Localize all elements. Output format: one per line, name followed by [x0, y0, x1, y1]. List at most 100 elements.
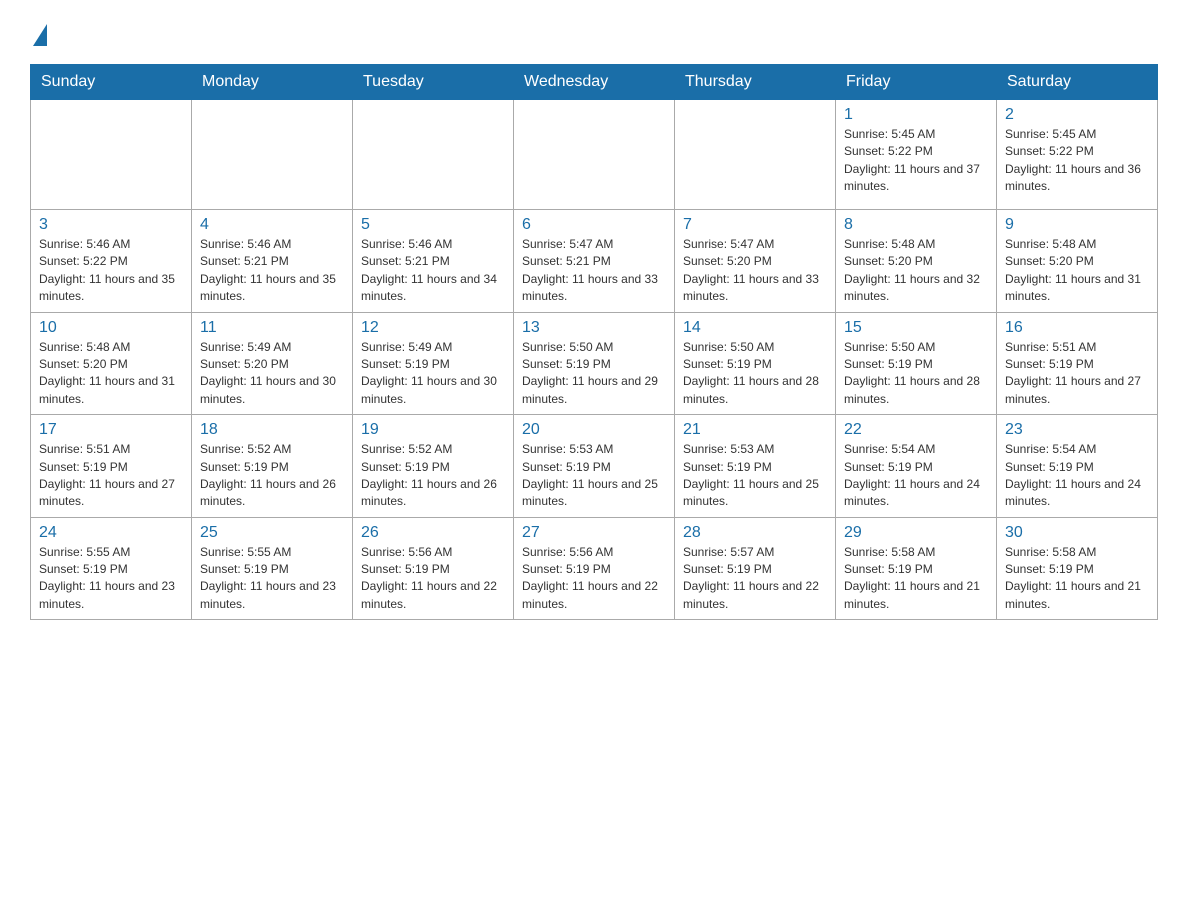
col-friday: Friday [836, 65, 997, 100]
day-number: 24 [39, 524, 183, 542]
day-info: Sunrise: 5:46 AM Sunset: 5:21 PM Dayligh… [361, 236, 505, 306]
col-sunday: Sunday [31, 65, 192, 100]
table-row: 30Sunrise: 5:58 AM Sunset: 5:19 PM Dayli… [997, 517, 1158, 620]
day-info: Sunrise: 5:50 AM Sunset: 5:19 PM Dayligh… [844, 339, 988, 409]
table-row: 25 Sunrise: 5:55 AM Sunset: 5:19 PM Dayli… [192, 517, 353, 620]
table-row [675, 100, 836, 210]
day-number: 30 [1005, 524, 1149, 542]
day-number: 22 [844, 421, 988, 439]
day-info: Sunrise: 5:51 AM Sunset: 5:19 PM Dayligh… [1005, 339, 1149, 409]
table-row: 15 Sunrise: 5:50 AM Sunset: 5:19 PM Dayli… [836, 312, 997, 415]
day-info: Sunrise: 5:48 AM Sunset: 5:20 PM Dayligh… [844, 236, 988, 306]
table-row: 12 Sunrise: 5:49 AM Sunset: 5:19 PM Dayli… [353, 312, 514, 415]
col-saturday: Saturday [997, 65, 1158, 100]
day-info: Sunrise: 5:52 AM Sunset: 5:19 PM Dayligh… [200, 441, 344, 511]
day-number: 1 [844, 106, 988, 124]
calendar-row: 24 Sunrise: 5:55 AM Sunset: 5:19 PM Dayli… [31, 517, 1158, 620]
day-info: Sunrise: 5:51 AM Sunset: 5:19 PM Dayligh… [39, 441, 183, 511]
day-number: 16 [1005, 319, 1149, 337]
table-row: 29 Sunrise: 5:58 AM Sunset: 5:19 PM Dayli… [836, 517, 997, 620]
day-number: 13 [522, 319, 666, 337]
table-row: 3 Sunrise: 5:46 AM Sunset: 5:22 PM Daylig… [31, 210, 192, 313]
day-number: 15 [844, 319, 988, 337]
day-number: 12 [361, 319, 505, 337]
day-number: 28 [683, 524, 827, 542]
table-row: 14 Sunrise: 5:50 AM Sunset: 5:19 PM Dayli… [675, 312, 836, 415]
day-info: Sunrise: 5:49 AM Sunset: 5:20 PM Dayligh… [200, 339, 344, 409]
day-number: 18 [200, 421, 344, 439]
day-info: Sunrise: 5:47 AM Sunset: 5:21 PM Dayligh… [522, 236, 666, 306]
day-info: Sunrise: 5:46 AM Sunset: 5:22 PM Dayligh… [39, 236, 183, 306]
table-row: 20Sunrise: 5:53 AM Sunset: 5:19 PM Dayli… [514, 415, 675, 518]
table-row: 9 Sunrise: 5:48 AM Sunset: 5:20 PM Daylig… [997, 210, 1158, 313]
day-number: 25 [200, 524, 344, 542]
day-number: 9 [1005, 216, 1149, 234]
col-tuesday: Tuesday [353, 65, 514, 100]
day-info: Sunrise: 5:50 AM Sunset: 5:19 PM Dayligh… [522, 339, 666, 409]
day-info: Sunrise: 5:52 AM Sunset: 5:19 PM Dayligh… [361, 441, 505, 511]
day-number: 23 [1005, 421, 1149, 439]
day-info: Sunrise: 5:53 AM Sunset: 5:19 PM Dayligh… [683, 441, 827, 511]
day-number: 27 [522, 524, 666, 542]
table-row: 11 Sunrise: 5:49 AM Sunset: 5:20 PM Dayli… [192, 312, 353, 415]
day-number: 26 [361, 524, 505, 542]
day-number: 10 [39, 319, 183, 337]
day-number: 14 [683, 319, 827, 337]
day-number: 21 [683, 421, 827, 439]
table-row: 7Sunrise: 5:47 AM Sunset: 5:20 PM Daylig… [675, 210, 836, 313]
table-row [31, 100, 192, 210]
day-info: Sunrise: 5:54 AM Sunset: 5:19 PM Dayligh… [1005, 441, 1149, 511]
table-row: 26 Sunrise: 5:56 AM Sunset: 5:19 PM Dayli… [353, 517, 514, 620]
day-info: Sunrise: 5:48 AM Sunset: 5:20 PM Dayligh… [1005, 236, 1149, 306]
table-row: 18 Sunrise: 5:52 AM Sunset: 5:19 PM Dayli… [192, 415, 353, 518]
calendar-row: 1 Sunrise: 5:45 AM Sunset: 5:22 PM Daylig… [31, 100, 1158, 210]
day-number: 3 [39, 216, 183, 234]
day-number: 29 [844, 524, 988, 542]
table-row: 1 Sunrise: 5:45 AM Sunset: 5:22 PM Daylig… [836, 100, 997, 210]
table-row: 27 Sunrise: 5:56 AM Sunset: 5:19 PM Dayli… [514, 517, 675, 620]
table-row: 21 Sunrise: 5:53 AM Sunset: 5:19 PM Dayli… [675, 415, 836, 518]
table-row: 24 Sunrise: 5:55 AM Sunset: 5:19 PM Dayli… [31, 517, 192, 620]
day-info: Sunrise: 5:49 AM Sunset: 5:19 PM Dayligh… [361, 339, 505, 409]
day-number: 5 [361, 216, 505, 234]
table-row: 5 Sunrise: 5:46 AM Sunset: 5:21 PM Daylig… [353, 210, 514, 313]
day-number: 11 [200, 319, 344, 337]
day-number: 8 [844, 216, 988, 234]
table-row: 2Sunrise: 5:45 AM Sunset: 5:22 PM Daylig… [997, 100, 1158, 210]
logo-triangle-icon [33, 24, 47, 46]
col-wednesday: Wednesday [514, 65, 675, 100]
table-row: 6Sunrise: 5:47 AM Sunset: 5:21 PM Daylig… [514, 210, 675, 313]
day-info: Sunrise: 5:45 AM Sunset: 5:22 PM Dayligh… [844, 126, 988, 196]
day-info: Sunrise: 5:50 AM Sunset: 5:19 PM Dayligh… [683, 339, 827, 409]
day-info: Sunrise: 5:58 AM Sunset: 5:19 PM Dayligh… [844, 544, 988, 614]
table-row [514, 100, 675, 210]
table-row: 10 Sunrise: 5:48 AM Sunset: 5:20 PM Dayli… [31, 312, 192, 415]
page-header [30, 20, 1158, 44]
table-row: 19Sunrise: 5:52 AM Sunset: 5:19 PM Dayli… [353, 415, 514, 518]
day-info: Sunrise: 5:48 AM Sunset: 5:20 PM Dayligh… [39, 339, 183, 409]
day-info: Sunrise: 5:55 AM Sunset: 5:19 PM Dayligh… [200, 544, 344, 614]
calendar-row: 10 Sunrise: 5:48 AM Sunset: 5:20 PM Dayli… [31, 312, 1158, 415]
table-row: 16 Sunrise: 5:51 AM Sunset: 5:19 PM Dayli… [997, 312, 1158, 415]
calendar-row: 17 Sunrise: 5:51 AM Sunset: 5:19 PM Dayli… [31, 415, 1158, 518]
day-info: Sunrise: 5:56 AM Sunset: 5:19 PM Dayligh… [361, 544, 505, 614]
day-info: Sunrise: 5:46 AM Sunset: 5:21 PM Dayligh… [200, 236, 344, 306]
day-number: 4 [200, 216, 344, 234]
day-number: 17 [39, 421, 183, 439]
table-row [192, 100, 353, 210]
day-info: Sunrise: 5:45 AM Sunset: 5:22 PM Dayligh… [1005, 126, 1149, 196]
table-row: 8 Sunrise: 5:48 AM Sunset: 5:20 PM Daylig… [836, 210, 997, 313]
day-info: Sunrise: 5:56 AM Sunset: 5:19 PM Dayligh… [522, 544, 666, 614]
table-row: 22Sunrise: 5:54 AM Sunset: 5:19 PM Dayli… [836, 415, 997, 518]
table-row: 4 Sunrise: 5:46 AM Sunset: 5:21 PM Daylig… [192, 210, 353, 313]
table-row [353, 100, 514, 210]
header-row: Sunday Monday Tuesday Wednesday Thursday… [31, 65, 1158, 100]
table-row: 28 Sunrise: 5:57 AM Sunset: 5:19 PM Dayli… [675, 517, 836, 620]
calendar-row: 3 Sunrise: 5:46 AM Sunset: 5:22 PM Daylig… [31, 210, 1158, 313]
calendar-table: Sunday Monday Tuesday Wednesday Thursday… [30, 64, 1158, 620]
day-number: 20 [522, 421, 666, 439]
col-thursday: Thursday [675, 65, 836, 100]
day-info: Sunrise: 5:55 AM Sunset: 5:19 PM Dayligh… [39, 544, 183, 614]
day-info: Sunrise: 5:57 AM Sunset: 5:19 PM Dayligh… [683, 544, 827, 614]
day-number: 7 [683, 216, 827, 234]
